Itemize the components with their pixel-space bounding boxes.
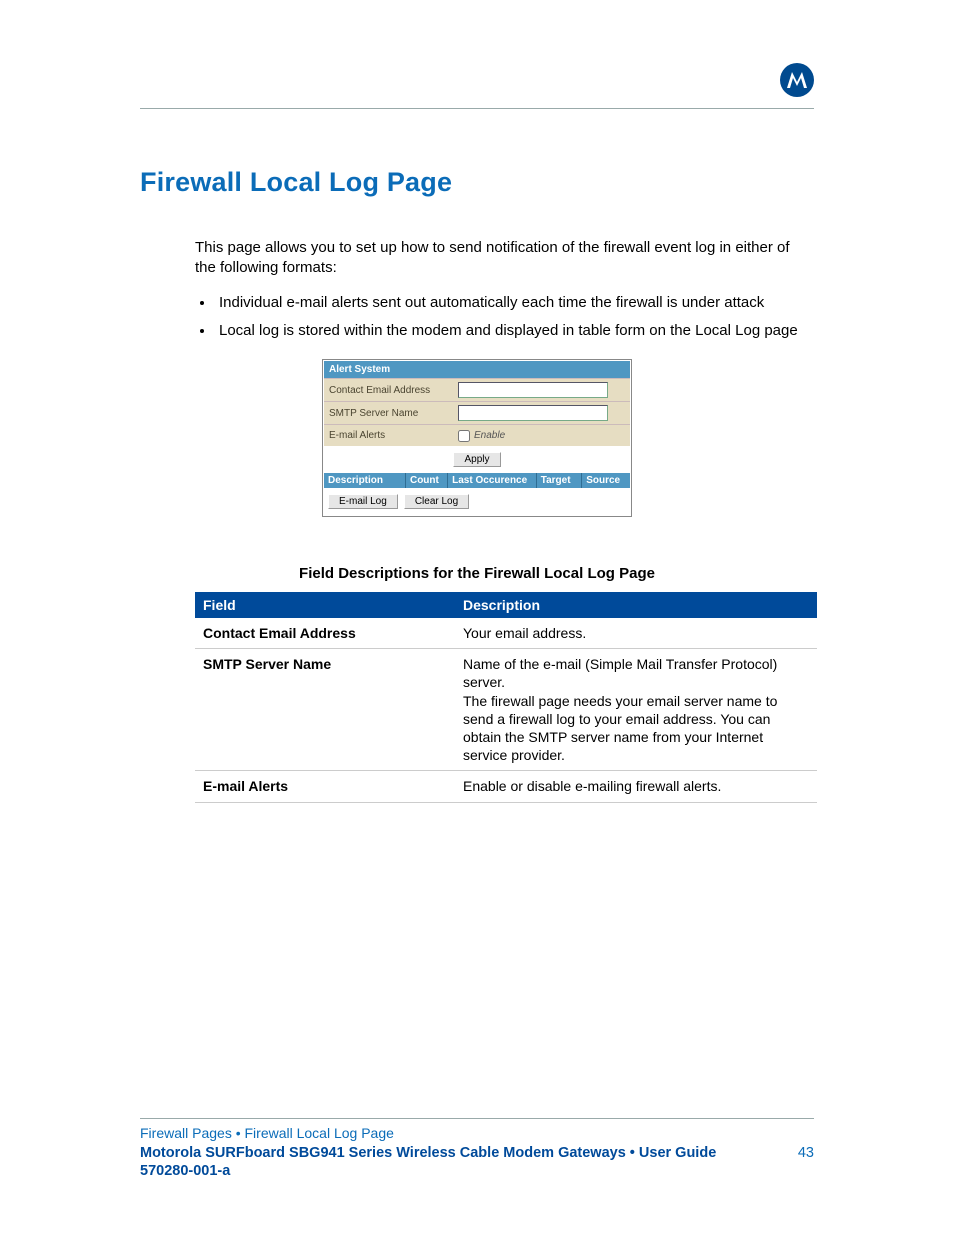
enable-label: Enable (474, 430, 505, 441)
field-desc: Name of the e-mail (Simple Mail Transfer… (455, 649, 817, 771)
smtp-server-label: SMTP Server Name (324, 403, 454, 424)
bullet-list: Individual e-mail alerts sent out automa… (215, 293, 814, 342)
header-rule (140, 108, 814, 109)
alert-system-header: Alert System (324, 361, 630, 378)
log-table-header: Description Count Last Occurence Target … (324, 473, 630, 488)
field-name: SMTP Server Name (195, 649, 455, 771)
table-row: E-mail Alerts Enable or disable e-mailin… (195, 771, 817, 802)
table-caption: Field Descriptions for the Firewall Loca… (140, 565, 814, 582)
col-count: Count (406, 473, 448, 488)
field-desc: Your email address. (455, 618, 817, 649)
col-description: Description (324, 473, 406, 488)
enable-checkbox[interactable] (458, 430, 470, 442)
smtp-server-input[interactable] (458, 405, 608, 421)
field-name: E-mail Alerts (195, 771, 455, 802)
col-target: Target (537, 473, 582, 488)
email-alerts-label: E-mail Alerts (324, 425, 454, 446)
page-footer: Firewall Pages • Firewall Local Log Page… (140, 1118, 814, 1179)
field-name: Contact Email Address (195, 618, 455, 649)
intro-paragraph: This page allows you to set up how to se… (195, 238, 814, 279)
th-description: Description (455, 592, 817, 618)
motorola-logo-icon (780, 63, 814, 97)
col-source: Source (582, 473, 630, 488)
document-number: 570280-001-a (140, 1163, 814, 1179)
field-desc: Enable or disable e-mailing firewall ale… (455, 771, 817, 802)
col-last-occurence: Last Occurence (448, 473, 537, 488)
apply-button[interactable]: Apply (453, 452, 500, 467)
clear-log-button[interactable]: Clear Log (404, 494, 469, 509)
page-number: 43 (798, 1145, 814, 1161)
contact-email-input[interactable] (458, 382, 608, 398)
table-row: SMTP Server Name Name of the e-mail (Sim… (195, 649, 817, 771)
list-item: Local log is stored within the modem and… (215, 321, 814, 341)
field-descriptions-table: Field Description Contact Email Address … (195, 592, 817, 803)
embedded-screenshot: Alert System Contact Email Address SMTP … (322, 359, 632, 517)
list-item: Individual e-mail alerts sent out automa… (215, 293, 814, 313)
email-log-button[interactable]: E-mail Log (328, 494, 398, 509)
guide-title: Motorola SURFboard SBG941 Series Wireles… (140, 1145, 716, 1161)
breadcrumb: Firewall Pages • Firewall Local Log Page (140, 1125, 814, 1141)
page-title: Firewall Local Log Page (140, 167, 814, 198)
th-field: Field (195, 592, 455, 618)
table-row: Contact Email Address Your email address… (195, 618, 817, 649)
contact-email-label: Contact Email Address (324, 380, 454, 401)
